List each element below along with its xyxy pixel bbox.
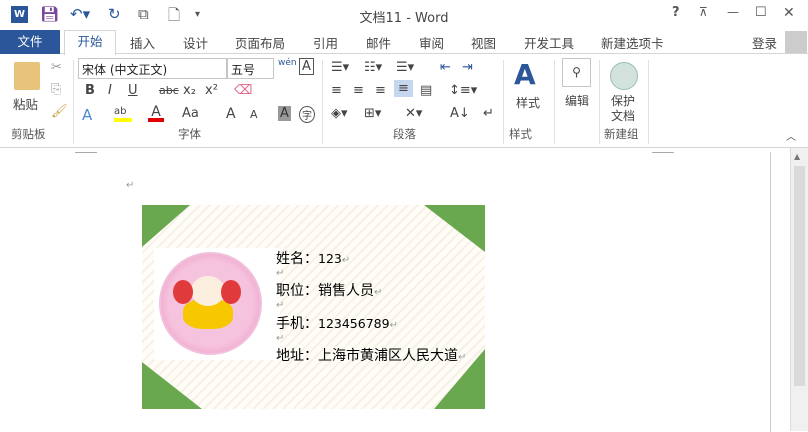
tab-review[interactable]: 审阅 <box>419 33 444 52</box>
align-left-icon[interactable]: ≡ <box>331 83 342 98</box>
grow-font-button[interactable]: A <box>226 106 236 122</box>
chinese-layout-icon[interactable]: ✕▾ <box>405 106 422 121</box>
pinyin-guide-button[interactable]: wén <box>278 58 297 68</box>
show-marks-icon[interactable]: ↵ <box>483 106 494 121</box>
underline-button[interactable]: U <box>128 83 138 98</box>
corner-top-left <box>142 205 190 247</box>
editing-button[interactable]: 编辑 <box>565 92 589 109</box>
clear-format-icon[interactable]: ⌫ <box>234 83 252 98</box>
clipboard-group-label: 剪贴板 <box>11 127 46 141</box>
text-effect-icon[interactable]: A <box>82 106 92 124</box>
new-group-label: 新建组 <box>604 127 639 141</box>
format-painter-icon[interactable]: 🖌︎ <box>51 104 68 119</box>
card-line-address: 地址：上海市黄浦区人民大道↵ <box>276 348 467 364</box>
shrink-font-button[interactable]: A <box>250 108 258 121</box>
card-line-name: 姓名：123↵ <box>276 251 351 267</box>
login-link[interactable]: 登录 <box>752 33 777 52</box>
title-bar: W 💾︎ ↶▾ ↻ ⧉ 🗋︎ ▾ 文档11 - Word ? ⊼ — ☐ ✕ <box>0 0 808 30</box>
styles-icon: A <box>514 58 536 91</box>
window-title: 文档11 - Word <box>359 11 449 26</box>
styles-button[interactable]: 样式 <box>516 94 540 111</box>
ribbon-tabs: 插入 设计 页面布局 引用 邮件 审阅 视图 开发工具 新建选项卡 登录 <box>0 30 808 54</box>
align-center-icon[interactable]: ≡ <box>353 83 364 98</box>
enclose-char-button[interactable]: 字 <box>299 106 315 123</box>
close-button[interactable]: ✕ <box>783 5 795 21</box>
bold-button[interactable]: B <box>85 83 95 98</box>
tab-insert[interactable]: 插入 <box>130 33 155 52</box>
card-line-position: 职位：销售人员↵ <box>276 283 383 299</box>
font-name-select[interactable]: 宋体 (中文正文) <box>78 58 227 79</box>
paste-button[interactable]: 粘贴 <box>13 94 38 113</box>
bullets-icon[interactable]: ☰▾ <box>331 60 349 75</box>
strikethrough-button[interactable]: abc <box>159 84 179 97</box>
tab-mailings[interactable]: 邮件 <box>366 33 391 52</box>
highlight-button[interactable]: ab <box>114 106 132 122</box>
protect-document-icon <box>610 62 638 90</box>
tab-view[interactable]: 视图 <box>471 33 496 52</box>
protect-label-2: 文档 <box>611 109 636 123</box>
protect-label-1: 保护 <box>611 94 636 108</box>
borders-icon[interactable]: ⊞▾ <box>364 106 381 121</box>
italic-button[interactable]: I <box>108 83 112 98</box>
multilevel-list-icon[interactable]: ☰▾ <box>396 60 414 75</box>
font-group-label: 字体 <box>178 127 201 141</box>
paragraph-mark: ↵ <box>126 180 135 191</box>
styles-group-label: 样式 <box>509 127 532 141</box>
change-case-button[interactable]: Aa <box>182 106 199 121</box>
font-size-select[interactable]: 五号 <box>227 58 274 79</box>
distributed-icon[interactable]: ▤ <box>420 83 432 98</box>
vertical-scrollbar[interactable]: ▲ <box>790 148 808 431</box>
tab-design[interactable]: 设计 <box>183 33 208 52</box>
tab-developer[interactable]: 开发工具 <box>524 33 574 52</box>
superscript-button[interactable]: x² <box>205 83 218 98</box>
tab-home[interactable]: 开始 <box>64 30 116 55</box>
find-binoculars-icon[interactable]: ⚲ <box>562 58 591 87</box>
maximize-button[interactable]: ☐ <box>755 5 767 20</box>
business-card[interactable] <box>142 205 485 409</box>
tab-references[interactable]: 引用 <box>313 33 338 52</box>
shading-icon[interactable]: ◈▾ <box>331 106 348 121</box>
paragraph-group-label: 段落 <box>393 127 416 141</box>
numbering-icon[interactable]: ☷▾ <box>364 60 382 75</box>
corner-top-right <box>424 205 485 252</box>
copy-icon[interactable]: ⎘ <box>51 82 61 97</box>
subscript-button[interactable]: x₂ <box>183 83 196 98</box>
tab-new[interactable]: 新建选项卡 <box>601 33 664 52</box>
decrease-indent-icon[interactable]: ⇤ <box>440 60 451 75</box>
font-color-button[interactable]: A <box>148 104 164 122</box>
char-border-button[interactable]: A <box>299 58 314 75</box>
char-shading-button[interactable]: A <box>278 106 291 121</box>
line-spacing-icon[interactable]: ↕≡▾ <box>449 83 477 98</box>
collapse-ribbon-icon[interactable]: ︿ <box>786 128 796 143</box>
card-line-phone: 手机：123456789↵ <box>276 316 398 332</box>
sort-icon[interactable]: A↓ <box>450 106 470 121</box>
ribbon-display-button[interactable]: ⊼ <box>699 5 708 19</box>
protect-document-button[interactable]: 保护 文档 <box>611 94 635 124</box>
corner-bottom-left <box>142 362 202 409</box>
align-right-icon[interactable]: ≡ <box>375 83 386 98</box>
avatar[interactable] <box>785 31 807 53</box>
empty-paragraph: ↵ <box>276 300 285 311</box>
justify-icon[interactable]: ≡ <box>394 80 413 97</box>
paste-icon[interactable] <box>14 62 40 90</box>
empty-paragraph: ↵ <box>276 333 285 344</box>
help-button[interactable]: ? <box>672 5 680 20</box>
elephant-photo <box>159 252 262 355</box>
empty-paragraph: ↵ <box>276 268 285 279</box>
tab-layout[interactable]: 页面布局 <box>235 33 285 52</box>
increase-indent-icon[interactable]: ⇥ <box>462 60 473 75</box>
cut-icon[interactable]: ✂ <box>51 60 62 75</box>
tab-file[interactable]: 文件 <box>0 30 60 54</box>
minimize-button[interactable]: — <box>727 5 739 19</box>
